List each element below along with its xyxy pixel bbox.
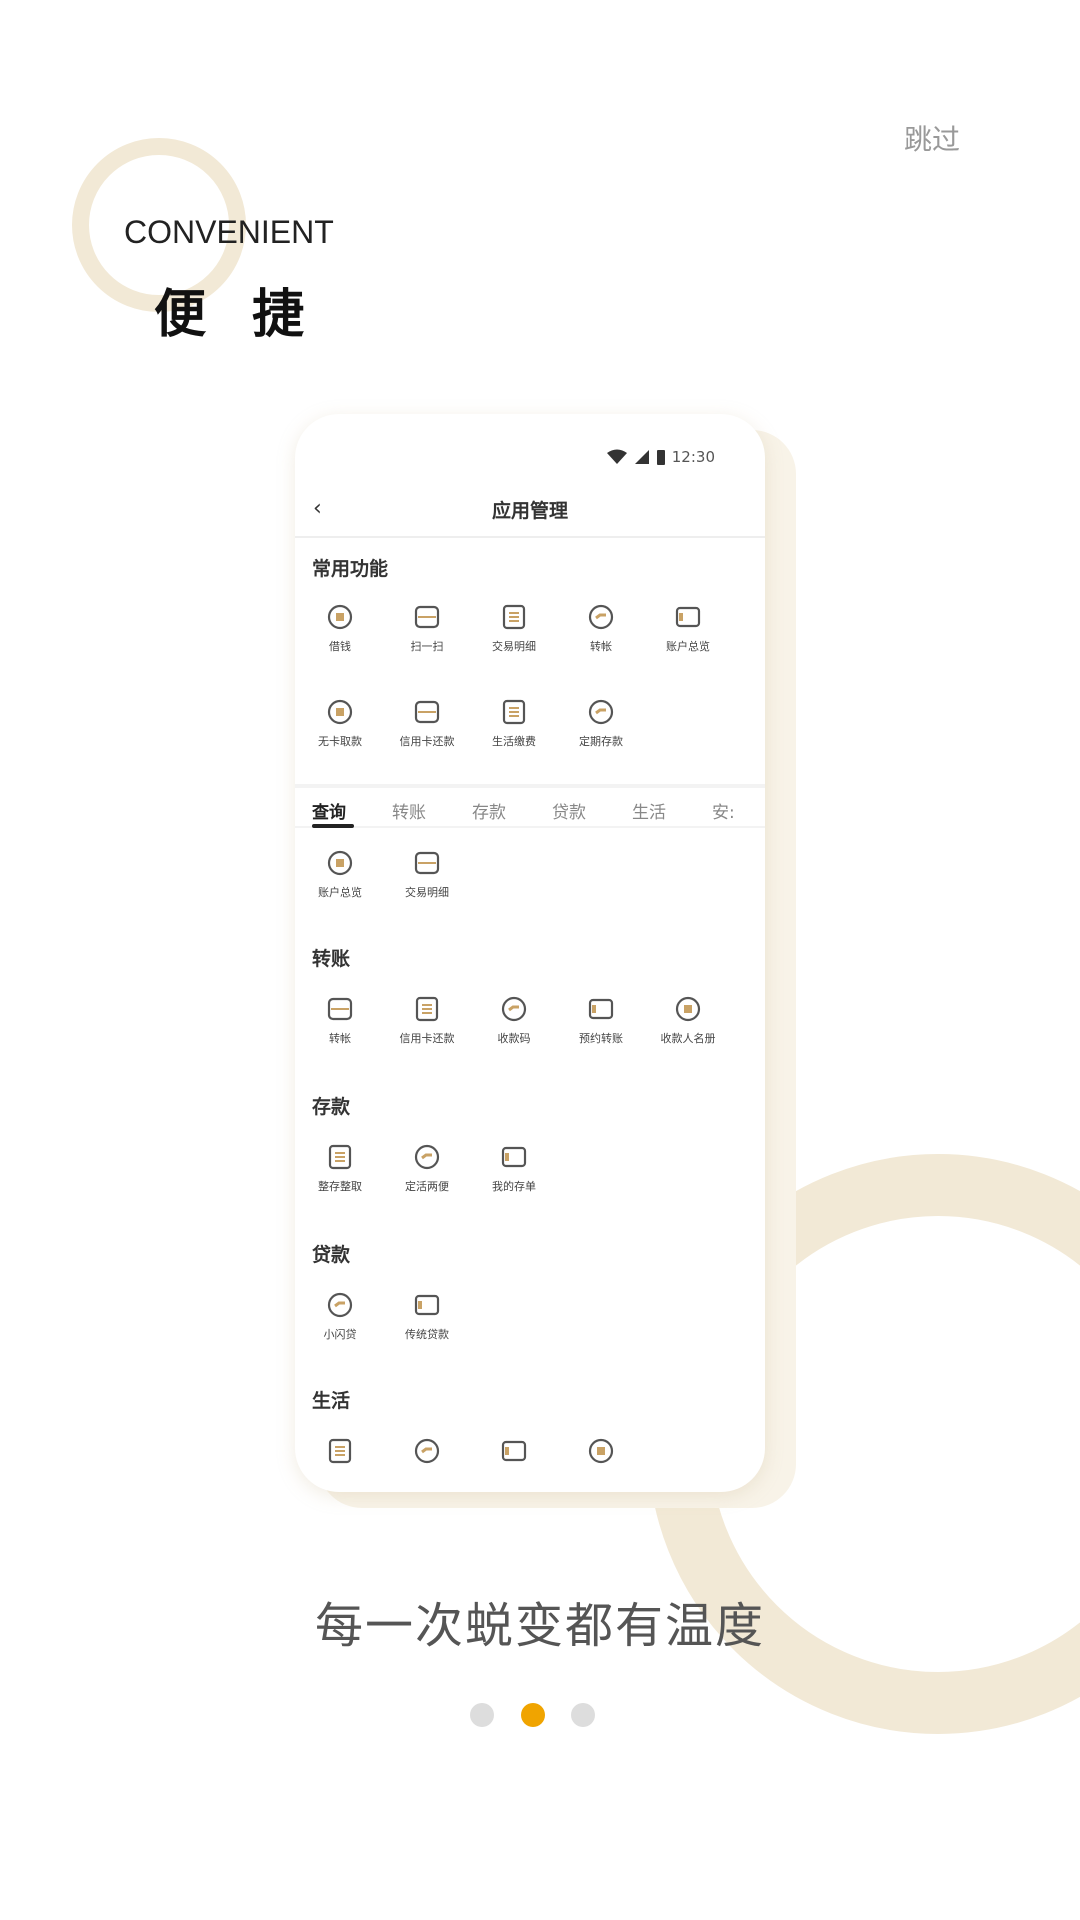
feature-icon <box>414 605 440 629</box>
feature-icon <box>502 699 526 725</box>
feature-icon <box>501 1146 527 1168</box>
tab-indicator <box>312 824 354 828</box>
section-title: 贷款 <box>312 1244 351 1266</box>
feature-icon <box>501 1440 527 1462</box>
feature-item[interactable]: 收款码 <box>471 994 557 1046</box>
feature-item[interactable]: 交易明细 <box>471 602 557 654</box>
feature-label: 信用卡还款 <box>399 735 455 748</box>
feature-item[interactable]: 转帐 <box>297 994 383 1046</box>
page-dot-3[interactable] <box>571 1703 595 1727</box>
feature-icon <box>675 996 701 1022</box>
feature-item[interactable]: 传统贷款 <box>384 1290 470 1342</box>
feature-label: 信用卡还款 <box>399 1032 455 1045</box>
feature-item[interactable]: 账户总览 <box>645 602 731 654</box>
category-tabs: 查询 转账 存款 贷款 生活 安: <box>295 784 765 828</box>
page-dot-2[interactable] <box>521 1703 545 1727</box>
feature-item[interactable]: 转帐 <box>558 602 644 654</box>
feature-icon <box>328 1438 352 1464</box>
feature-icon <box>501 996 527 1022</box>
battery-icon <box>656 450 665 465</box>
status-bar: 12:30 <box>606 448 715 466</box>
feature-label: 收款码 <box>497 1032 531 1045</box>
tagline: 每一次蜕变都有温度 <box>314 1598 765 1654</box>
skip-button[interactable]: 跳过 <box>904 118 960 158</box>
feature-icon <box>414 1438 440 1464</box>
feature-icon <box>414 851 440 875</box>
feature-item[interactable]: 定期存款 <box>558 697 644 749</box>
feature-item[interactable]: 账户总览 <box>297 848 383 900</box>
feature-item[interactable]: 小闪贷 <box>297 1290 383 1342</box>
feature-item[interactable] <box>471 1436 557 1466</box>
feature-item[interactable]: 信用卡还款 <box>384 994 470 1046</box>
feature-label: 小闪贷 <box>323 1328 357 1341</box>
tab-item[interactable]: 存款 <box>472 798 506 823</box>
feature-label: 交易明细 <box>492 640 536 653</box>
heading-en: CONVENIENT <box>124 214 334 250</box>
feature-label: 定期存款 <box>579 735 623 748</box>
tab-item[interactable]: 安: <box>712 798 735 823</box>
feature-label: 传统贷款 <box>405 1328 449 1341</box>
feature-label: 收款人名册 <box>660 1032 716 1045</box>
feature-item[interactable] <box>384 1436 470 1466</box>
feature-item[interactable]: 整存整取 <box>297 1142 383 1194</box>
feature-label: 定活两便 <box>405 1180 449 1193</box>
feature-item[interactable]: 借钱 <box>297 602 383 654</box>
feature-item[interactable]: 信用卡还款 <box>384 697 470 749</box>
section-title: 存款 <box>312 1096 351 1118</box>
section-title: 生活 <box>312 1390 351 1412</box>
feature-label: 转帐 <box>329 1032 351 1045</box>
feature-icon <box>327 850 353 876</box>
feature-icon <box>327 699 353 725</box>
tab-item[interactable]: 生活 <box>632 798 666 823</box>
feature-icon <box>415 996 439 1022</box>
feature-icon <box>327 997 353 1021</box>
section-title-common: 常用功能 <box>312 558 389 580</box>
feature-icon <box>588 699 614 725</box>
feature-label: 交易明细 <box>405 886 449 899</box>
feature-item[interactable]: 定活两便 <box>384 1142 470 1194</box>
feature-label: 整存整取 <box>318 1180 362 1193</box>
tab-item[interactable]: 查询 <box>312 798 346 823</box>
feature-label: 转帐 <box>590 640 612 653</box>
signal-icon <box>634 450 649 464</box>
feature-icon <box>588 604 614 630</box>
feature-icon <box>414 700 440 724</box>
feature-label: 借钱 <box>329 640 351 653</box>
feature-item[interactable] <box>297 1436 383 1466</box>
tab-item[interactable]: 贷款 <box>552 798 586 823</box>
feature-label: 生活缴费 <box>492 735 536 748</box>
feature-icon <box>414 1144 440 1170</box>
feature-label: 我的存单 <box>492 1180 536 1193</box>
feature-item[interactable]: 无卡取款 <box>297 697 383 749</box>
feature-label: 账户总览 <box>318 886 362 899</box>
nav-bar: ‹ 应用管理 <box>295 486 765 538</box>
feature-item[interactable]: 收款人名册 <box>645 994 731 1046</box>
feature-icon <box>588 1438 614 1464</box>
heading-cn: 便 捷 <box>154 285 319 345</box>
feature-icon <box>414 1294 440 1316</box>
feature-item[interactable]: 交易明细 <box>384 848 470 900</box>
status-time: 12:30 <box>671 448 715 466</box>
feature-item[interactable]: 我的存单 <box>471 1142 557 1194</box>
feature-item[interactable]: 预约转账 <box>558 994 644 1046</box>
feature-item[interactable] <box>558 1436 644 1466</box>
feature-item[interactable]: 扫一扫 <box>384 602 470 654</box>
tab-item[interactable]: 转账 <box>392 798 426 823</box>
page-title: 应用管理 <box>491 500 568 522</box>
feature-item[interactable]: 生活缴费 <box>471 697 557 749</box>
feature-label: 扫一扫 <box>410 640 444 653</box>
feature-icon <box>675 606 701 628</box>
phone-mockup: 12:30 ‹ 应用管理 常用功能 查询 转账 存款 贷款 生活 安: 借钱 扫一扫 交易明细… <box>295 414 765 1492</box>
feature-icon <box>502 604 526 630</box>
section-title: 转账 <box>312 948 351 970</box>
page-dot-1[interactable] <box>470 1703 494 1727</box>
wifi-icon <box>606 449 627 464</box>
feature-label: 无卡取款 <box>318 735 362 748</box>
feature-icon <box>327 604 353 630</box>
feature-label: 预约转账 <box>579 1032 623 1045</box>
feature-icon <box>327 1292 353 1318</box>
feature-icon <box>328 1144 352 1170</box>
feature-icon <box>588 998 614 1020</box>
feature-label: 账户总览 <box>666 640 710 653</box>
